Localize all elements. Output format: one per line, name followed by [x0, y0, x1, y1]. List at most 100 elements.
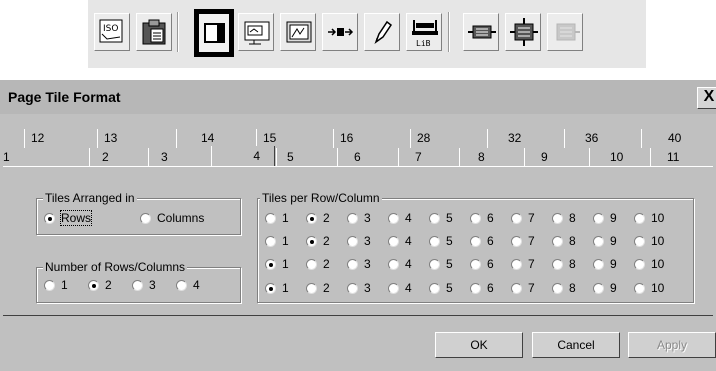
radio-rows-columns-3[interactable]: 3 [132, 278, 156, 292]
radio-rows-columns-1[interactable]: 1 [44, 278, 68, 292]
radio-dot-checked [306, 236, 317, 247]
chart-frame-button[interactable] [280, 13, 316, 51]
page-tile-button[interactable] [194, 9, 234, 57]
radio-tiles-per-row4-8[interactable]: 8 [552, 281, 576, 295]
radio-tiles-per-row3-8[interactable]: 8 [552, 257, 576, 271]
radio-label: 10 [651, 257, 665, 271]
radio-tiles-per-row1-5[interactable]: 5 [429, 211, 453, 225]
tab-6[interactable]: 6 [337, 148, 397, 167]
radio-tiles-per-row3-5[interactable]: 5 [429, 257, 453, 271]
tab-7[interactable]: 7 [398, 148, 458, 167]
radio-tiles-per-row2-8[interactable]: 8 [552, 234, 576, 248]
radio-tiles-per-row3-6[interactable]: 6 [470, 257, 494, 271]
library-label: LiB [416, 39, 431, 48]
radio-tiles-per-row2-5[interactable]: 5 [429, 234, 453, 248]
radio-tiles-per-row4-9[interactable]: 9 [593, 281, 617, 295]
tab-label: 10 [610, 150, 624, 164]
tab-label: 5 [287, 150, 294, 164]
radio-tiles-per-row1-8[interactable]: 8 [552, 211, 576, 225]
radio-tiles-per-row4-6[interactable]: 6 [470, 281, 494, 295]
radio-tiles-per-row2-6[interactable]: 6 [470, 234, 494, 248]
tab-13[interactable]: 13 [97, 129, 173, 148]
tab-36[interactable]: 36 [564, 129, 640, 148]
radio-tiles-per-row3-1[interactable]: 1 [265, 257, 289, 271]
radio-tiles-per-row4-5[interactable]: 5 [429, 281, 453, 295]
radio-dot [140, 213, 151, 224]
radio-tiles-per-row1-4[interactable]: 4 [388, 211, 412, 225]
ok-button[interactable]: OK [435, 332, 523, 358]
radio-tiles-per-row4-7[interactable]: 7 [511, 281, 535, 295]
radio-tiles-per-row3-4[interactable]: 4 [388, 257, 412, 271]
iso-button[interactable]: ISO [94, 13, 130, 51]
tab-10[interactable]: 10 [589, 148, 649, 167]
radio-tiles-per-row1-3[interactable]: 3 [347, 211, 371, 225]
tab-1[interactable]: 1 [0, 148, 88, 167]
radio-tiles-per-row3-3[interactable]: 3 [347, 257, 371, 271]
library-button[interactable]: LiB [406, 13, 442, 51]
radio-label: 4 [405, 234, 412, 248]
radio-tiles-per-row1-10[interactable]: 10 [634, 211, 664, 225]
radio-dot-checked [306, 213, 317, 224]
radio-dot-checked [44, 213, 55, 224]
radio-label: 2 [105, 278, 112, 292]
radio-tiles-per-row2-3[interactable]: 3 [347, 234, 371, 248]
radio-tiles-per-row2-1[interactable]: 1 [265, 234, 289, 248]
tab-8[interactable]: 8 [459, 148, 523, 167]
module-split-button[interactable] [505, 13, 541, 51]
tab-28[interactable]: 28 [410, 129, 486, 148]
radio-tiles-per-row2-10[interactable]: 10 [634, 234, 664, 248]
module-split-icon [510, 18, 538, 46]
radio-tiles-per-row2-4[interactable]: 4 [388, 234, 412, 248]
arrow-flow-button[interactable] [322, 13, 358, 51]
radio-columns[interactable]: Columns [140, 211, 204, 225]
tab-9[interactable]: 9 [524, 148, 588, 167]
radio-dot [388, 213, 399, 224]
tab-3[interactable]: 3 [148, 148, 210, 167]
radio-tiles-per-row1-7[interactable]: 7 [511, 211, 535, 225]
module-disabled-button[interactable] [547, 13, 583, 51]
pencil-icon [374, 20, 393, 45]
radio-tiles-per-row4-4[interactable]: 4 [388, 281, 412, 295]
radio-rows-columns-4[interactable]: 4 [176, 278, 200, 292]
radio-dot [511, 259, 522, 270]
tab-11[interactable]: 11 [650, 148, 716, 167]
apply-button[interactable]: Apply [628, 332, 716, 358]
tab-4[interactable]: 4 [211, 146, 275, 167]
radio-tiles-per-row3-2[interactable]: 2 [306, 257, 330, 271]
tab-5[interactable]: 5 [276, 148, 334, 167]
tab-40[interactable]: 40 [641, 129, 715, 148]
clipboard-button[interactable] [136, 13, 172, 51]
radio-tiles-per-row3-7[interactable]: 7 [511, 257, 535, 271]
module-in-button[interactable] [463, 13, 499, 51]
radio-tiles-per-row2-2[interactable]: 2 [306, 234, 330, 248]
arrow-flow-icon [328, 28, 354, 36]
radio-label: 1 [282, 211, 289, 225]
radio-tiles-per-row1-1[interactable]: 1 [265, 211, 289, 225]
tab-12[interactable]: 12 [24, 129, 94, 148]
radio-tiles-per-row2-7[interactable]: 7 [511, 234, 535, 248]
radio-label: 6 [487, 234, 494, 248]
radio-label: 2 [323, 281, 330, 295]
pencil-button[interactable] [364, 13, 400, 51]
radio-label: 3 [364, 281, 371, 295]
tab-32[interactable]: 32 [487, 129, 563, 148]
radio-tiles-per-row1-9[interactable]: 9 [593, 211, 617, 225]
radio-tiles-per-row4-10[interactable]: 10 [634, 281, 664, 295]
cancel-button[interactable]: Cancel [532, 332, 620, 358]
radio-tiles-per-row1-2[interactable]: 2 [306, 211, 330, 225]
radio-dot [552, 213, 563, 224]
radio-tiles-per-row2-9[interactable]: 9 [593, 234, 617, 248]
radio-rows[interactable]: Rows [44, 210, 93, 226]
radio-tiles-per-row3-10[interactable]: 10 [634, 257, 664, 271]
radio-tiles-per-row3-9[interactable]: 9 [593, 257, 617, 271]
radio-dot [511, 236, 522, 247]
radio-tiles-per-row4-2[interactable]: 2 [306, 281, 330, 295]
screen-display-button[interactable] [238, 13, 274, 51]
tab-2[interactable]: 2 [89, 148, 147, 167]
tab-16[interactable]: 16 [333, 129, 409, 148]
close-button[interactable]: X [697, 87, 716, 109]
radio-tiles-per-row4-1[interactable]: 1 [265, 281, 289, 295]
radio-tiles-per-row1-6[interactable]: 6 [470, 211, 494, 225]
radio-rows-columns-2[interactable]: 2 [88, 278, 112, 292]
radio-tiles-per-row4-3[interactable]: 3 [347, 281, 371, 295]
